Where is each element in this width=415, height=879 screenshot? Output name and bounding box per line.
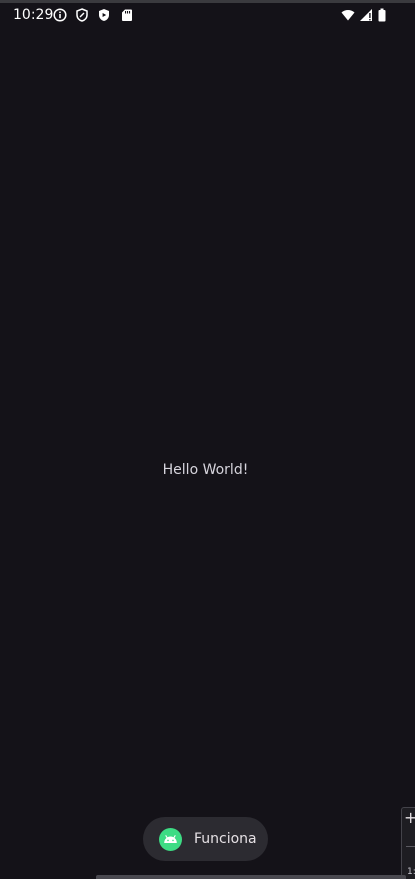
signal-icon: [359, 8, 373, 22]
app-screen: 10:29 Hello World! Funciona + 1:: [0, 0, 415, 879]
toast-text: Funciona: [194, 831, 257, 847]
status-time: 10:29: [13, 7, 54, 23]
status-bar: 10:29: [0, 3, 415, 28]
edge-panel-divider: [406, 846, 415, 847]
hello-world-text: Hello World!: [162, 462, 249, 478]
android-icon: [159, 828, 182, 851]
wifi-icon: [341, 8, 355, 22]
plus-icon[interactable]: +: [404, 810, 415, 826]
toast-message: Funciona: [143, 817, 268, 861]
sd-card-icon: [120, 8, 134, 22]
shield-filled-icon: [97, 8, 111, 22]
edge-panel-text: 1:: [407, 867, 415, 877]
battery-icon: [375, 8, 389, 22]
info-circle-icon: [53, 8, 67, 22]
shield-outline-icon: [75, 8, 89, 22]
navigation-handle[interactable]: [96, 875, 406, 879]
